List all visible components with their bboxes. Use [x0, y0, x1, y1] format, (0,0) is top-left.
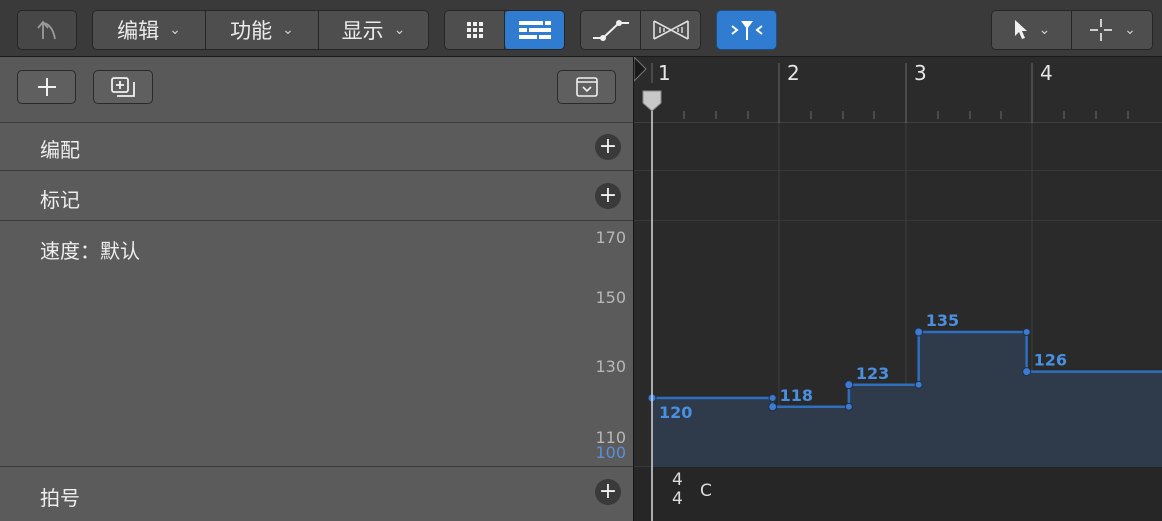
node-curve-icon — [592, 20, 629, 41]
edit-menu-label: 编辑 — [117, 19, 160, 43]
view-menu[interactable]: 显示 ⌄ — [319, 11, 428, 49]
tool-group: ⌄ ⌄ — [991, 10, 1153, 50]
catch-button[interactable] — [17, 10, 77, 50]
edit-menu[interactable]: 编辑 ⌄ — [93, 11, 206, 49]
arrangement-lane[interactable] — [634, 123, 1162, 171]
tempo-value-label: 120 — [659, 403, 692, 422]
duplicate-track-icon — [111, 77, 135, 97]
pointer-tool-icon — [1014, 20, 1027, 39]
chevron-down-icon: ⌄ — [1038, 22, 1051, 38]
tempo-point[interactable] — [1022, 367, 1032, 377]
signature-track-header[interactable]: 拍号 + — [0, 467, 633, 521]
catch-arrow-icon — [37, 20, 56, 40]
tempo-point[interactable] — [844, 380, 854, 390]
time-signature-top: 4 — [672, 470, 683, 490]
marker-track-label: 标记 — [40, 188, 80, 212]
tempo-scale-130: 130 — [595, 357, 626, 376]
collapse-button[interactable] — [557, 70, 616, 104]
tempo-segment-handle[interactable] — [844, 402, 853, 411]
tempo-value-label: 126 — [1034, 351, 1067, 370]
grid-view-icon — [466, 22, 483, 38]
collapse-icon — [575, 77, 598, 97]
chevron-down-icon: ⌄ — [282, 22, 294, 38]
marker-lane[interactable] — [634, 171, 1162, 221]
ruler-corner-icon — [634, 57, 647, 82]
waveform-icon — [652, 20, 689, 40]
menu-group: 编辑 ⌄ 功能 ⌄ 显示 ⌄ — [92, 10, 429, 50]
duplicate-track-button[interactable] — [93, 70, 153, 104]
tempo-segment-handle[interactable] — [914, 380, 923, 389]
functions-menu[interactable]: 功能 ⌄ — [206, 11, 319, 49]
view-toggle — [444, 10, 565, 50]
playhead-handle-icon[interactable] — [642, 90, 662, 112]
list-view-button[interactable] — [505, 11, 564, 49]
track-lanes[interactable]: 120 118 123 135 126 — [634, 57, 1162, 521]
arrangement-track-label: 编配 — [40, 138, 80, 162]
tempo-scale-150: 150 — [595, 288, 626, 307]
automation-group — [580, 10, 701, 50]
tempo-track-header[interactable]: 速度：默认 170 150 130 110 100 — [0, 221, 633, 467]
tempo-segment-handle[interactable] — [768, 394, 777, 402]
time-signature[interactable]: 4 4 — [672, 471, 683, 509]
tempo-value-label: 135 — [926, 311, 959, 330]
arrangement-track-header[interactable]: 编配 + — [0, 123, 633, 171]
crosshair-tool-icon — [1090, 19, 1113, 41]
list-view-icon — [518, 21, 551, 39]
tempo-scale-100: 100 — [595, 443, 626, 462]
add-icon[interactable]: + — [595, 479, 621, 505]
marker-track-header[interactable]: 标记 + — [0, 171, 633, 221]
view-menu-label: 显示 — [341, 19, 384, 43]
tempo-point[interactable] — [768, 402, 778, 412]
tempo-scale-170: 170 — [595, 228, 626, 247]
tempo-point[interactable] — [914, 327, 924, 337]
functions-menu-label: 功能 — [230, 19, 273, 43]
tempo-track-label: 速度：默认 — [40, 239, 140, 263]
tempo-value-label: 118 — [780, 386, 813, 405]
flex-time-button[interactable] — [716, 10, 777, 50]
signature-lane[interactable] — [634, 467, 1162, 521]
track-header-panel: 编配 + 标记 + 速度：默认 170 150 130 110 100 拍号 + — [0, 57, 633, 521]
add-track-button[interactable] — [17, 70, 76, 104]
global-tracks-area[interactable]: 1 2 3 4 120 118 123 135 126 4 4 C — [633, 57, 1162, 521]
crosshair-tool-menu[interactable]: ⌄ — [1072, 11, 1152, 49]
grid-view-button[interactable] — [445, 11, 505, 49]
key-signature[interactable]: C — [700, 482, 712, 501]
flex-time-icon — [730, 21, 763, 40]
chevron-down-icon: ⌄ — [393, 22, 406, 38]
track-header-toolbar — [0, 57, 633, 123]
pointer-tool-menu[interactable]: ⌄ — [992, 11, 1072, 49]
chevron-down-icon: ⌄ — [1124, 22, 1136, 38]
time-signature-bottom: 4 — [672, 489, 683, 509]
toolbar: 编辑 ⌄ 功能 ⌄ 显示 ⌄ ⌄ ⌄ — [0, 0, 1162, 57]
flex-audio-button[interactable] — [641, 11, 700, 49]
signature-track-label: 拍号 — [40, 486, 80, 510]
tempo-segment-handle[interactable] — [1022, 328, 1031, 336]
automation-button[interactable] — [581, 11, 641, 49]
tempo-value-label: 123 — [856, 364, 889, 383]
add-icon — [37, 78, 56, 96]
add-icon[interactable]: + — [595, 183, 621, 209]
add-icon[interactable]: + — [595, 134, 621, 160]
chevron-down-icon: ⌄ — [169, 22, 181, 38]
